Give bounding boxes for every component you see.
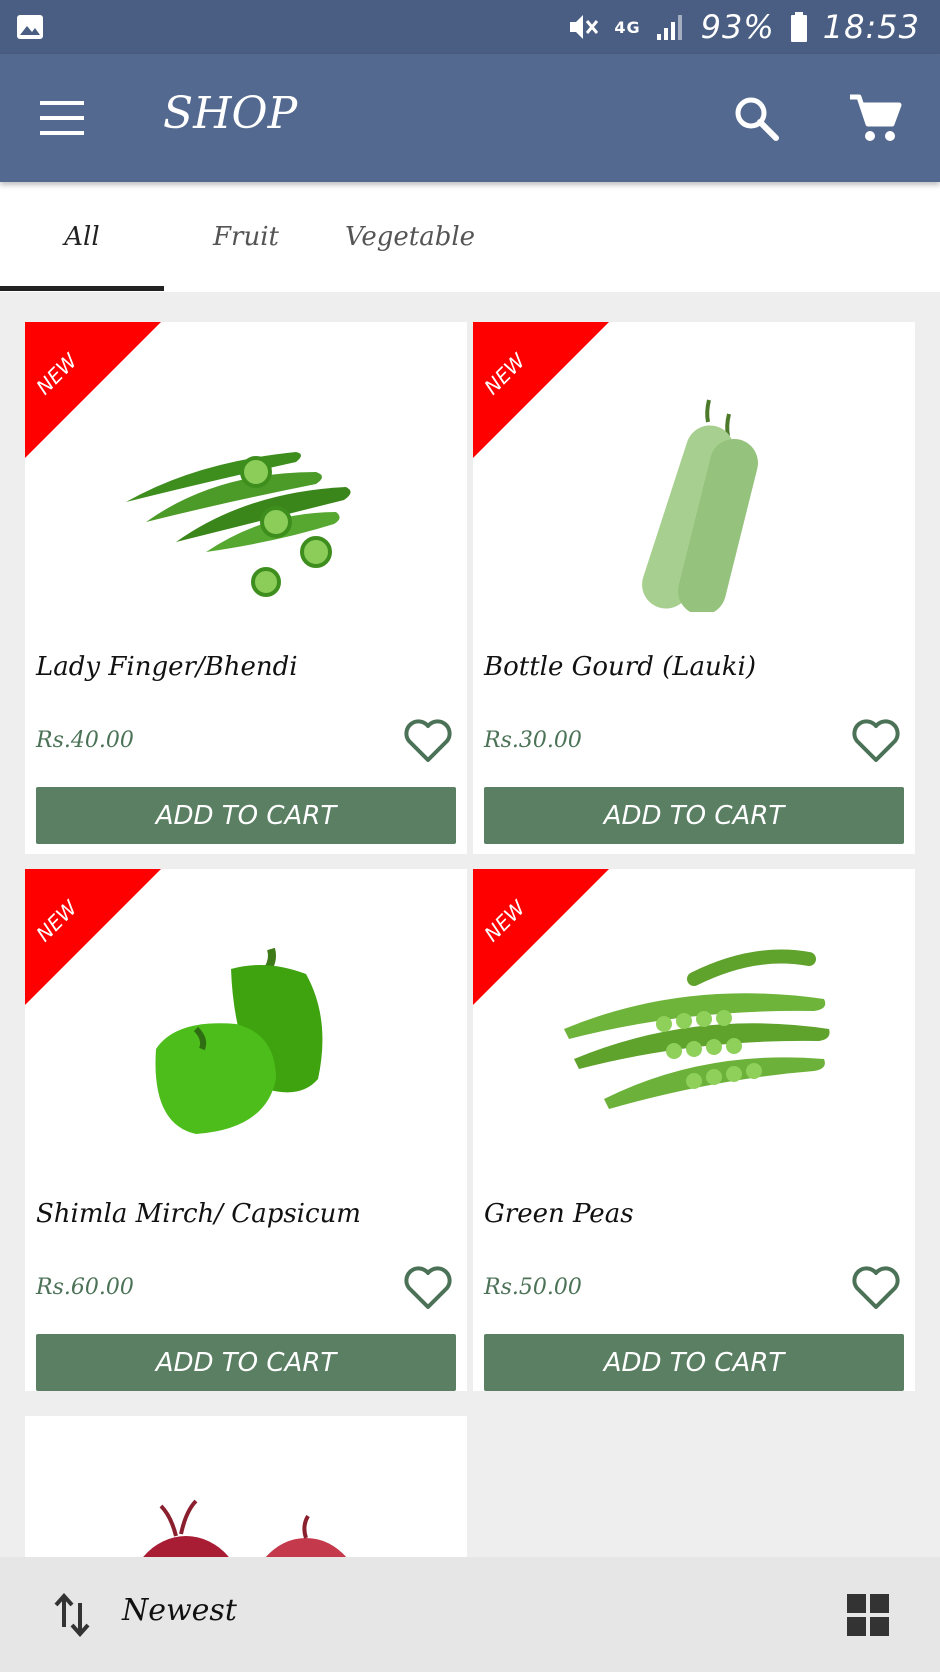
bottle-gourd-image (642, 399, 758, 612)
add-to-cart-button[interactable]: ADD TO CART (36, 1334, 456, 1391)
category-tabs: All Fruit Vegetable (0, 182, 940, 292)
image-icon (17, 15, 43, 39)
product-card[interactable]: NEW Shimla Mirch/ Capsicum Rs.60.00 ADD … (25, 869, 467, 1391)
heart-icon[interactable] (403, 1265, 453, 1311)
tab-indicator (0, 286, 164, 291)
mute-icon (570, 15, 599, 39)
network-4g-icon: 4G (614, 17, 641, 37)
green-peas-image (564, 949, 830, 1109)
product-price: Rs.30.00 (484, 728, 582, 753)
menu-icon[interactable] (40, 98, 86, 138)
okra-image (126, 452, 351, 597)
product-price: Rs.40.00 (36, 728, 134, 753)
product-name: Green Peas (484, 1199, 634, 1229)
bottom-bar: Newest (0, 1557, 940, 1672)
status-right: 4G 93% 18:53 (568, 8, 920, 46)
battery-percent: 93% (700, 8, 775, 46)
tab-label: Fruit (213, 222, 279, 252)
tab-fruit[interactable]: Fruit (164, 182, 328, 292)
tab-vegetable[interactable]: Vegetable (328, 182, 492, 292)
add-to-cart-button[interactable]: ADD TO CART (484, 787, 904, 844)
product-card[interactable]: NEW Green Peas Rs.50.00 ADD TO CART (473, 869, 915, 1391)
clock: 18:53 (822, 8, 920, 46)
product-price: Rs.60.00 (36, 1275, 134, 1300)
onion-image (143, 1499, 347, 1557)
add-to-cart-button[interactable]: ADD TO CART (484, 1334, 904, 1391)
capsicum-image (155, 947, 323, 1134)
product-card[interactable]: NEW Bottle Gourd (Lauki) Rs.30.00 ADD TO… (473, 322, 915, 854)
cart-icon[interactable] (848, 92, 902, 144)
add-to-cart-button[interactable]: ADD TO CART (36, 787, 456, 844)
signal-icon (656, 15, 682, 40)
product-price: Rs.50.00 (484, 1275, 582, 1300)
page-title: SHOP (163, 88, 298, 139)
tab-label: Vegetable (344, 222, 476, 252)
battery-icon (790, 12, 807, 42)
heart-icon[interactable] (851, 1265, 901, 1311)
product-name: Shimla Mirch/ Capsicum (36, 1199, 361, 1229)
tab-label: All (64, 222, 100, 252)
app-bar: SHOP (0, 54, 940, 182)
sort-icon[interactable] (54, 1593, 90, 1637)
search-icon[interactable] (732, 94, 780, 142)
heart-icon[interactable] (403, 718, 453, 764)
grid-view-icon[interactable] (846, 1593, 890, 1637)
product-card[interactable] (25, 1416, 467, 1557)
product-card[interactable]: NEW Lady Finger/Bhendi Rs.40.00 ADD TO C… (25, 322, 467, 854)
sort-label[interactable]: Newest (122, 1593, 237, 1628)
product-name: Bottle Gourd (Lauki) (484, 652, 756, 682)
product-name: Lady Finger/Bhendi (36, 652, 298, 682)
heart-icon[interactable] (851, 718, 901, 764)
product-grid: NEW Lady Finger/Bhendi Rs.40.00 ADD TO C… (0, 292, 940, 1557)
tab-all[interactable]: All (0, 182, 164, 292)
status-bar: 4G 93% 18:53 (0, 0, 940, 54)
